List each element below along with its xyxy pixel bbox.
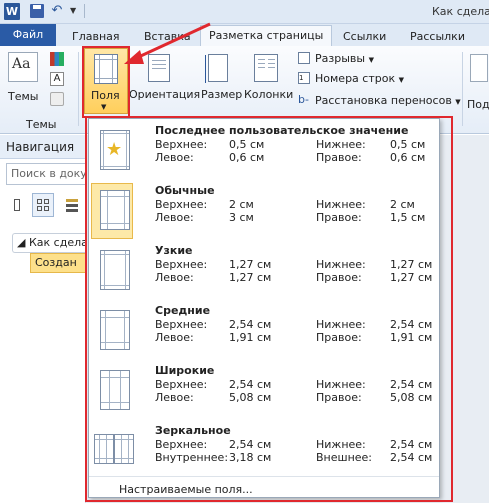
window-title: Как сделат [432,5,489,18]
columns-button-label[interactable]: Колонки [244,88,293,101]
tab-mailings[interactable]: Рассылки [410,27,465,46]
word-app-icon[interactable]: W [4,3,20,20]
tab-home[interactable]: Главная [72,27,120,46]
columns-icon[interactable] [254,54,278,82]
orientation-button-label[interactable]: Ориентация [129,88,200,101]
themes-button-label[interactable]: Темы [8,90,38,103]
line-numbers-icon[interactable]: 1 [298,72,310,84]
theme-effects-icon[interactable] [50,92,64,106]
navigation-pane: Навигация Поиск в докум ◢ Как сделат Соз… [0,135,86,503]
breaks-button-label[interactable]: Разрывы ▼ [315,52,374,65]
group-divider [462,52,463,126]
annotation-highlight-gallery [85,116,453,502]
navigation-search-input[interactable]: Поиск в докум [6,163,86,185]
nav-selected-item[interactable]: Создан [30,253,86,273]
title-bar: W ↶ ▼ Как сделат [0,0,489,24]
watermark-button-label[interactable]: Под [467,98,489,111]
hyphenation-icon[interactable]: b- [298,94,310,106]
nav-heading-item[interactable]: ◢ Как сделат [12,233,86,253]
headings-view-icon[interactable] [6,193,28,217]
annotation-arrow-icon [124,22,211,64]
save-icon[interactable] [30,4,44,18]
themes-icon[interactable]: Aa [8,52,38,82]
hyphenation-button-label[interactable]: Расстановка переносов ▼ [315,94,461,107]
theme-fonts-icon[interactable]: A [50,72,64,86]
undo-icon[interactable]: ↶ [50,4,64,18]
line-numbers-button-label[interactable]: Номера строк ▼ [315,72,404,85]
group-divider [78,52,79,126]
size-button-label[interactable]: Размер [201,88,242,101]
theme-colors-icon[interactable] [50,52,64,66]
quick-access-dropdown-icon[interactable]: ▼ [70,4,84,18]
tab-file[interactable]: Файл [0,24,56,46]
divider [84,4,85,18]
breaks-icon[interactable] [298,52,310,64]
tab-references[interactable]: Ссылки [343,27,386,46]
themes-group-label: Темы [26,118,57,131]
navigation-title: Навигация [0,135,86,159]
pages-view-icon[interactable] [32,193,54,217]
watermark-icon[interactable] [470,54,488,82]
ribbon-tabs: Файл Главная Вставка Разметка страницы С… [0,24,489,46]
tab-page-layout[interactable]: Разметка страницы [200,25,333,46]
results-view-icon[interactable] [60,193,82,217]
